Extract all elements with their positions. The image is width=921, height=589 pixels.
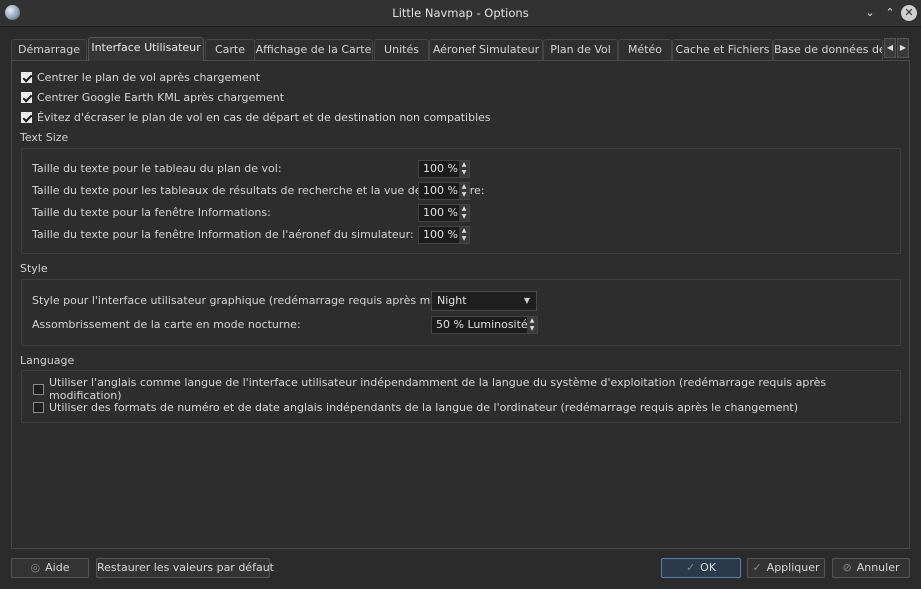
cancel-icon: ⊘ xyxy=(842,561,852,574)
spin-down-icon[interactable]: ▼ xyxy=(527,325,537,333)
spin-up-icon[interactable]: ▲ xyxy=(459,161,469,169)
chevron-down-icon: ▼ xyxy=(523,296,530,305)
window-title: Little Navmap - Options xyxy=(392,6,529,20)
text-size-title: Text Size xyxy=(20,131,69,144)
text-size-aircraft-label: Taille du texte pour la fenêtre Informat… xyxy=(32,228,414,241)
tab-meteo[interactable]: Météo xyxy=(618,39,672,60)
tab-affichage-carte[interactable]: Affichage de la Carte xyxy=(254,39,373,60)
checkbox-unchecked-icon[interactable] xyxy=(33,383,44,395)
checkbox-checked-icon[interactable] xyxy=(21,71,32,83)
text-size-search-label: Taille du texte pour les tableaux de rés… xyxy=(32,184,485,197)
check-icon: ✓ xyxy=(685,561,696,574)
spin-down-icon[interactable]: ▼ xyxy=(459,235,469,243)
checkbox-checked-icon[interactable] xyxy=(21,91,32,103)
text-size-aircraft-spinbox[interactable]: 100 % ▲ ▼ xyxy=(418,226,470,244)
language-group: Utiliser l'anglais comme langue de l'int… xyxy=(21,370,901,423)
options-panel: Centrer le plan de vol après chargement … xyxy=(11,60,910,549)
checkbox-checked-icon[interactable] xyxy=(21,111,32,123)
night-darken-label: Assombrissement de la carte en mode noct… xyxy=(32,318,301,331)
english-formats-checkbox[interactable]: Utiliser des formats de numéro et de dat… xyxy=(33,399,798,415)
checkbox-label: Utiliser des formats de numéro et de dat… xyxy=(49,400,799,414)
night-darken-spinbox[interactable]: 50 % Luminosité ▲ ▼ xyxy=(431,316,538,334)
restore-defaults-button[interactable]: Restaurer les valeurs par défaut xyxy=(96,558,274,578)
chevron-down-icon[interactable]: ⌄ xyxy=(861,4,879,22)
spin-down-icon[interactable]: ▼ xyxy=(459,191,469,199)
help-button[interactable]: ◎ Aide xyxy=(11,558,89,578)
spin-up-icon[interactable]: ▲ xyxy=(459,205,469,213)
tab-scroll-right-icon[interactable]: ▶ xyxy=(897,38,909,58)
spin-down-icon[interactable]: ▼ xyxy=(459,169,469,177)
tab-aeronef-simulateur[interactable]: Aéronef Simulateur xyxy=(429,39,543,60)
tab-base-de-donnees[interactable]: Base de données de xyxy=(773,39,883,60)
language-title: Language xyxy=(20,354,75,367)
checkbox-label: Évitez d'écraser le plan de vol en cas d… xyxy=(37,110,491,124)
tab-unites[interactable]: Unités xyxy=(374,39,429,60)
tab-carte[interactable]: Carte xyxy=(205,39,255,60)
spin-up-icon[interactable]: ▲ xyxy=(527,317,537,325)
gui-style-combo[interactable]: Night ▼ xyxy=(431,291,537,311)
checkbox-label: Centrer Google Earth KML après chargemen… xyxy=(37,90,285,104)
checkbox-unchecked-icon[interactable] xyxy=(33,401,44,413)
spin-up-icon[interactable]: ▲ xyxy=(459,183,469,191)
check-icon: ✓ xyxy=(752,561,762,574)
avoid-overwrite-checkbox[interactable]: Évitez d'écraser le plan de vol en cas d… xyxy=(21,109,491,125)
text-size-flightplan-label: Taille du texte pour le tableau du plan … xyxy=(32,162,282,175)
text-size-info-spinbox[interactable]: 100 % ▲ ▼ xyxy=(418,204,470,222)
text-size-search-spinbox[interactable]: 100 % ▲ ▼ xyxy=(418,182,470,200)
chevron-up-icon[interactable]: ⌃ xyxy=(881,4,899,22)
checkbox-label: Centrer le plan de vol après chargement xyxy=(37,70,261,84)
apply-button[interactable]: ✓ Appliquer xyxy=(747,558,825,578)
english-ui-checkbox[interactable]: Utiliser l'anglais comme langue de l'int… xyxy=(33,376,900,402)
gui-style-label: Style pour l'interface utilisateur graph… xyxy=(32,294,496,307)
text-size-group: Taille du texte pour le tableau du plan … xyxy=(21,148,901,254)
help-icon: ◎ xyxy=(30,561,41,574)
ok-button[interactable]: ✓ OK xyxy=(661,558,741,578)
close-icon[interactable]: ✕ xyxy=(901,5,917,21)
style-title: Style xyxy=(20,262,48,275)
tab-scroll-left-icon[interactable]: ◀ xyxy=(884,38,896,58)
tab-interface-utilisateur[interactable]: Interface Utilisateur xyxy=(88,37,204,61)
tab-plan-de-vol[interactable]: Plan de Vol xyxy=(543,39,618,60)
center-flightplan-checkbox[interactable]: Centrer le plan de vol après chargement xyxy=(21,69,260,85)
spin-up-icon[interactable]: ▲ xyxy=(459,227,469,235)
tab-demarrage[interactable]: Démarrage xyxy=(11,39,87,60)
center-kml-checkbox[interactable]: Centrer Google Earth KML après chargemen… xyxy=(21,89,284,105)
tab-cache-fichiers[interactable]: Cache et Fichiers xyxy=(672,39,773,60)
text-size-info-label: Taille du texte pour la fenêtre Informat… xyxy=(32,206,271,219)
cancel-button[interactable]: ⊘ Annuler xyxy=(832,558,910,578)
title-bar: Little Navmap - Options ⌄ ⌃ ✕ xyxy=(0,0,921,27)
text-size-flightplan-spinbox[interactable]: 100 % ▲ ▼ xyxy=(418,160,470,178)
spin-down-icon[interactable]: ▼ xyxy=(459,213,469,221)
style-group: Style pour l'interface utilisateur graph… xyxy=(21,279,901,346)
